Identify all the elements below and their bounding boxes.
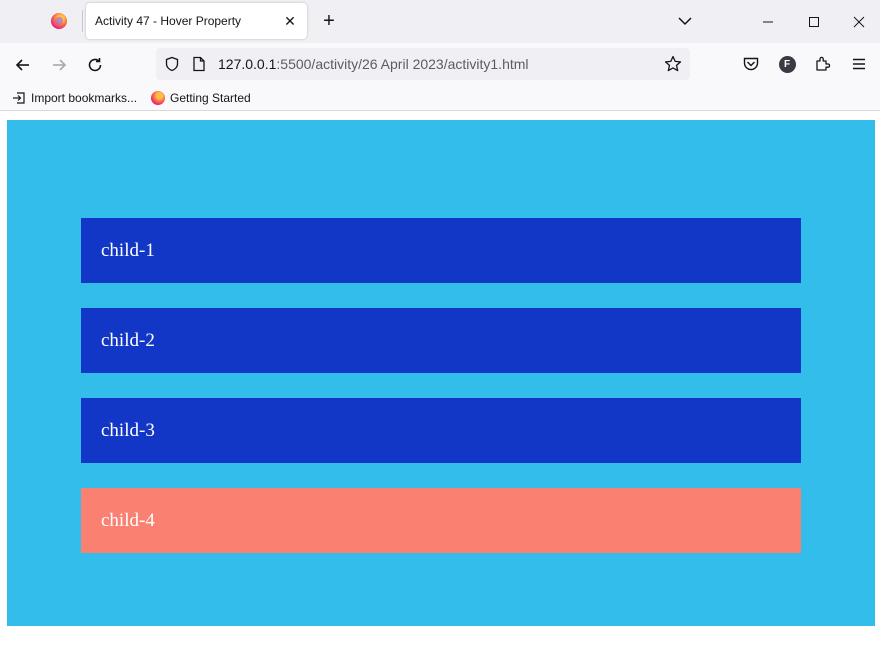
import-icon [11,90,27,106]
child-box-3[interactable]: child-3 [81,398,801,463]
tab-title: Activity 47 - Hover Property [95,14,242,28]
child-box-4[interactable]: child-4 [81,488,801,553]
extensions-puzzle-icon[interactable] [813,54,833,74]
url-text[interactable]: 127.0.0.1:5500/activity/26 April 2023/ac… [218,56,529,72]
minimize-icon[interactable] [745,0,791,43]
child-box-2[interactable]: child-2 [81,308,801,373]
url-path: :5500/activity/26 April 2023/activity1.h… [276,56,529,72]
bookmarks-toolbar: Import bookmarks... Getting Started [0,85,880,111]
new-tab-button[interactable]: + [318,10,340,32]
window-close-icon[interactable] [836,0,880,43]
bookmark-getting-started-label: Getting Started [170,91,251,105]
tab-close-icon[interactable]: ✕ [281,12,299,30]
tab-active[interactable]: Activity 47 - Hover Property ✕ [86,3,307,39]
tracking-shield-icon[interactable] [164,56,180,72]
list-all-tabs-icon[interactable] [675,11,695,31]
firefox-logo-icon [51,13,67,29]
forward-arrow-icon[interactable] [46,52,72,78]
account-initial: F [778,55,796,73]
hamburger-menu-icon[interactable] [849,54,869,74]
firefox-view-button[interactable] [40,6,78,36]
bookmark-star-icon[interactable] [664,55,682,73]
tab-strip: Activity 47 - Hover Property ✕ + [0,0,880,43]
url-bar[interactable]: 127.0.0.1:5500/activity/26 April 2023/ac… [156,48,690,80]
bookmark-getting-started[interactable]: Getting Started [150,89,251,107]
tab-divider [82,10,83,32]
child-box-1[interactable]: child-1 [81,218,801,283]
account-avatar-icon[interactable]: F [777,54,797,74]
bookmark-import-label: Import bookmarks... [31,91,138,105]
page-info-icon[interactable] [192,56,206,72]
maximize-icon[interactable] [791,0,837,43]
pocket-icon[interactable] [741,54,761,74]
navigation-toolbar: 127.0.0.1:5500/activity/26 April 2023/ac… [0,43,880,85]
parent-container: child-1 child-2 child-3 child-4 [7,120,875,626]
page-viewport: child-1 child-2 child-3 child-4 [0,112,880,670]
back-arrow-icon[interactable] [10,52,36,78]
firefox-favicon-icon [150,90,166,106]
reload-icon[interactable] [82,52,108,78]
url-host: 127.0.0.1 [218,56,277,72]
bookmark-import[interactable]: Import bookmarks... [11,89,137,107]
